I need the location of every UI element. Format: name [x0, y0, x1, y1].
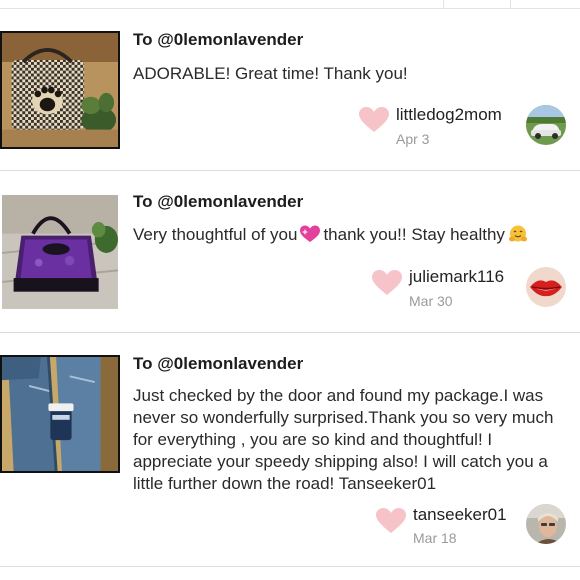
reviewer-username[interactable]: juliemark116: [409, 267, 504, 287]
review-date: Mar 30: [409, 293, 453, 309]
divider: [443, 0, 444, 9]
houndstooth-paw-bag-photo: [2, 33, 118, 147]
review-message-part: thank you!! Stay healthy: [323, 225, 505, 244]
heart-icon[interactable]: [359, 107, 389, 133]
listing-thumbnail[interactable]: [0, 31, 120, 149]
red-lips-photo: [526, 267, 566, 307]
heart-icon[interactable]: [376, 508, 406, 534]
purple-handbag-photo: [2, 195, 118, 309]
review-card: To @0lemonlavender Very thoughtful of yo…: [0, 171, 580, 333]
hugging-face-emoji: [508, 225, 527, 242]
review-card: To @0lemonlavender Just checked by the d…: [0, 333, 580, 567]
review-date: Apr 3: [396, 131, 430, 147]
review-date: Mar 18: [413, 530, 457, 546]
sparkling-heart-emoji: [300, 225, 321, 242]
review-recipient: To @0lemonlavender: [133, 30, 304, 49]
avatar[interactable]: [526, 105, 566, 145]
review-recipient: To @0lemonlavender: [133, 192, 304, 211]
jeans-and-cup-photo: [2, 357, 118, 471]
review-message: ADORABLE! Great time! Thank you!: [133, 64, 408, 83]
review-message: Just checked by the door and found my pa…: [133, 386, 554, 493]
heart-icon[interactable]: [372, 270, 402, 296]
review-recipient: To @0lemonlavender: [133, 354, 304, 373]
review-message-part: Very thoughtful of you: [133, 225, 298, 244]
divider: [510, 0, 511, 9]
avatar[interactable]: [526, 267, 566, 307]
reviewer-username[interactable]: tanseeker01: [413, 505, 507, 525]
listing-thumbnail[interactable]: [0, 193, 120, 311]
review-message: Very thoughtful of you thank you!! Stay …: [133, 224, 573, 246]
person-portrait-photo: [526, 504, 566, 544]
listing-thumbnail[interactable]: [0, 355, 120, 473]
reviewer-username[interactable]: littledog2mom: [396, 105, 502, 125]
top-strip: [0, 0, 580, 9]
avatar[interactable]: [526, 504, 566, 544]
review-card: To @0lemonlavender ADORABLE! Great time!…: [0, 9, 580, 171]
white-car-photo: [526, 105, 566, 145]
